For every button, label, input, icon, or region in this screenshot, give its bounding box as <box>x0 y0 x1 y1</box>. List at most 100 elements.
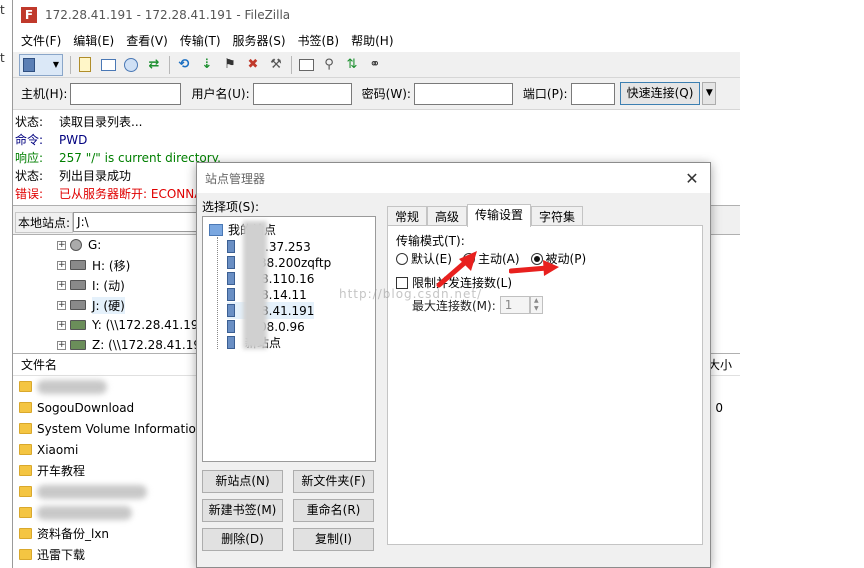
tree-connector <box>217 237 218 349</box>
site-manager-icon <box>23 57 35 72</box>
close-icon[interactable]: ✕ <box>682 169 702 188</box>
tab-general[interactable]: 常规 <box>387 206 428 227</box>
expand-icon[interactable]: + <box>57 340 66 350</box>
menu-help[interactable]: 帮助(H) <box>345 30 399 52</box>
expand-icon[interactable]: + <box>57 300 66 310</box>
site-manager-dropdown[interactable]: ▼ <box>19 53 63 76</box>
site-icon <box>227 304 235 317</box>
menu-file[interactable]: 文件(F) <box>15 30 67 52</box>
menu-server[interactable]: 服务器(S) <box>227 30 292 52</box>
site-icon <box>227 336 235 349</box>
transfer-queue-icon[interactable]: ⇄ <box>143 54 165 76</box>
sync-browse-icon[interactable]: ⇅ <box>341 54 363 76</box>
blurred-filename <box>37 379 107 394</box>
site-entry[interactable]: .37.253 <box>227 238 311 255</box>
local-tree-icon[interactable] <box>97 54 119 76</box>
username-label: 用户名(U): <box>191 87 250 101</box>
tree-drive-j[interactable]: + J: (硬) <box>57 295 125 315</box>
drive-icon <box>70 280 86 290</box>
site-label: 38.200zqftp <box>259 255 332 270</box>
tab-charset[interactable]: 字符集 <box>531 206 584 227</box>
site-entry[interactable]: 8.110.16 <box>227 270 314 287</box>
new-folder-button[interactable]: 新文件夹(F) <box>293 470 374 493</box>
side-fragment-letter: t <box>0 51 5 65</box>
folder-icon <box>19 423 32 434</box>
tab-advanced[interactable]: 高级 <box>427 206 468 227</box>
spin-arrows-icon[interactable]: ▲ ▼ <box>529 296 543 314</box>
menu-bookmarks[interactable]: 书签(B) <box>292 30 346 52</box>
max-connections-input[interactable]: 1 <box>499 296 530 314</box>
process-queue-icon[interactable]: ⇣ <box>196 54 218 76</box>
new-site-button[interactable]: 新站点(N) <box>202 470 283 493</box>
tree-drive-h[interactable]: + H: (移) <box>57 255 130 275</box>
drive-label: I: (动) <box>92 278 125 293</box>
tree-drive-i[interactable]: + I: (动) <box>57 275 125 295</box>
folder-icon <box>209 223 223 236</box>
site-icon <box>227 272 235 285</box>
tab-transfer-settings[interactable]: 传输设置 <box>467 204 532 227</box>
host-input[interactable] <box>70 82 182 105</box>
expand-icon[interactable]: + <box>57 260 66 270</box>
username-input[interactable] <box>252 82 352 105</box>
site-entry-selected[interactable]: 8.41.191 <box>227 302 315 319</box>
message-log-icon[interactable] <box>74 54 96 76</box>
site-icon <box>227 240 235 253</box>
log-text: 已从服务器断开: ECONNA <box>59 187 203 201</box>
log-label: 状态: <box>15 115 44 129</box>
copy-button[interactable]: 复制(I) <box>293 528 374 551</box>
expand-icon[interactable]: + <box>57 320 66 330</box>
blurred-filename <box>37 484 147 499</box>
tree-drive-y[interactable]: + Y: (\\172.28.41.19 <box>57 315 199 335</box>
quickconnect-button[interactable]: 快速连接(Q) <box>619 82 701 105</box>
drive-icon <box>70 300 86 310</box>
cd-drive-icon <box>70 239 82 251</box>
watermark-text: http://blog.csdn.net/ <box>339 287 483 301</box>
dialog-title-bar[interactable]: 站点管理器 ✕ <box>197 163 710 193</box>
cancel-icon[interactable]: ⚑ <box>219 54 241 76</box>
file-name: 资料备份_lxn <box>37 527 110 541</box>
menu-view[interactable]: 查看(V) <box>120 30 174 52</box>
site-icon <box>227 320 235 333</box>
search-icon[interactable]: ⚭ <box>364 54 386 76</box>
filter-icon[interactable]: ⚲ <box>318 54 340 76</box>
password-label: 密码(W): <box>361 87 411 101</box>
toolbar-separator <box>291 55 292 74</box>
remote-tree-icon[interactable] <box>120 54 142 76</box>
new-bookmark-button[interactable]: 新建书签(M) <box>202 499 283 522</box>
expand-icon[interactable]: + <box>57 280 66 290</box>
menu-transfer[interactable]: 传输(T) <box>174 30 227 52</box>
rename-button[interactable]: 重命名(R) <box>293 499 374 522</box>
annotation-arrow-icon <box>509 260 559 276</box>
folder-icon <box>19 549 32 560</box>
file-size: 0 <box>715 400 723 415</box>
folder-icon <box>19 507 32 518</box>
expand-icon[interactable]: + <box>57 240 66 250</box>
tree-drive-g[interactable]: + G: <box>57 235 101 255</box>
folder-icon <box>19 528 32 539</box>
port-input[interactable] <box>570 82 615 105</box>
privacy-blur <box>243 221 267 349</box>
log-label: 命令: <box>15 133 44 147</box>
log-text: 读取目录列表... <box>59 115 143 129</box>
quickconnect-bar: 主机(H): 用户名(U): 密码(W): 端口(P): 快速连接(Q) ▼ <box>13 78 740 110</box>
column-filename[interactable]: 文件名 <box>21 356 57 373</box>
host-label: 主机(H): <box>21 87 68 101</box>
drive-icon <box>70 260 86 270</box>
menu-edit[interactable]: 编辑(E) <box>67 30 120 52</box>
disconnect-icon[interactable]: ✖ <box>242 54 264 76</box>
site-label: 8.41.191 <box>261 303 315 318</box>
filezilla-app-icon: F <box>21 7 37 23</box>
folder-icon <box>19 486 32 497</box>
dir-compare-icon[interactable] <box>295 54 317 76</box>
title-bar[interactable]: F 172.28.41.191 - 172.28.41.191 - FileZi… <box>13 0 740 30</box>
column-size[interactable]: 大小 <box>708 356 732 373</box>
tree-drive-z[interactable]: + Z: (\\172.28.41.19 <box>57 335 201 355</box>
delete-button[interactable]: 删除(D) <box>202 528 283 551</box>
radio-button[interactable] <box>396 252 408 265</box>
log-label: 响应: <box>15 151 44 165</box>
reconnect-icon[interactable]: ⚒ <box>265 54 287 76</box>
password-input[interactable] <box>413 82 513 105</box>
refresh-icon[interactable]: ⟲ <box>173 54 195 76</box>
select-entry-label: 选择项(S): <box>202 200 260 214</box>
quickconnect-history-dropdown[interactable]: ▼ <box>702 82 717 105</box>
